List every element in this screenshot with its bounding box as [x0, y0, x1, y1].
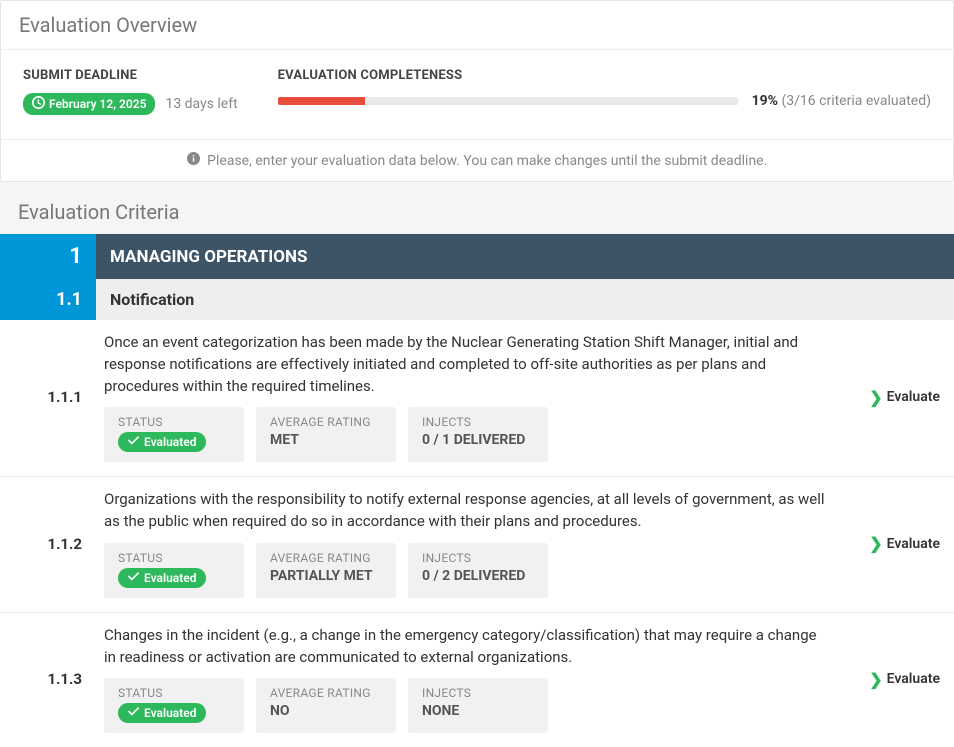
criterion-description: Organizations with the responsibility to… [104, 489, 832, 533]
injects-box: INJECTS 0 / 1 DELIVERED [408, 407, 548, 462]
evaluate-label: Evaluate [887, 671, 940, 687]
criterion-row: 1.1.2 Organizations with the responsibil… [0, 477, 954, 613]
deadline-block: SUBMIT DEADLINE February 12, 2025 13 day… [23, 68, 238, 115]
subsection-title: Notification [96, 279, 954, 320]
avg-rating-value: PARTIALLY MET [270, 568, 382, 584]
status-label: STATUS [118, 686, 230, 700]
progress-row: 19% (3/16 criteria evaluated) [278, 93, 931, 109]
status-label: STATUS [118, 415, 230, 429]
evaluated-badge: Evaluated [118, 703, 206, 723]
evaluated-badge: Evaluated [118, 568, 206, 588]
evaluate-col: ❯ Evaluate [840, 625, 940, 734]
section-number: 1 [0, 234, 96, 279]
evaluate-label: Evaluate [887, 536, 940, 552]
avg-rating-box: AVERAGE RATING NO [256, 678, 396, 733]
chevron-right-icon: ❯ [869, 388, 882, 407]
overview-title: Evaluation Overview [1, 1, 953, 50]
evaluated-text: Evaluated [144, 435, 197, 449]
progress-bar [278, 97, 738, 105]
evaluate-col: ❯ Evaluate [840, 489, 940, 598]
criterion-description: Changes in the incident (e.g., a change … [104, 625, 832, 669]
criterion-number: 1.1.3 [0, 625, 96, 734]
avg-rating-label: AVERAGE RATING [270, 415, 382, 429]
status-box: STATUS Evaluated [104, 678, 244, 733]
injects-value: NONE [422, 703, 534, 719]
check-icon [127, 570, 140, 586]
status-label: STATUS [118, 551, 230, 565]
deadline-row: February 12, 2025 13 days left [23, 93, 238, 115]
clock-icon [32, 96, 45, 112]
stat-row: STATUS Evaluated AVERAGE RATING NO INJEC… [104, 678, 832, 733]
evaluate-button[interactable]: ❯ Evaluate [869, 388, 940, 407]
chevron-right-icon: ❯ [869, 534, 882, 553]
injects-label: INJECTS [422, 415, 534, 429]
avg-rating-box: AVERAGE RATING PARTIALLY MET [256, 543, 396, 598]
injects-value: 0 / 2 DELIVERED [422, 568, 534, 584]
avg-rating-label: AVERAGE RATING [270, 551, 382, 565]
status-box: STATUS Evaluated [104, 543, 244, 598]
deadline-date: February 12, 2025 [49, 97, 146, 111]
evaluation-overview-panel: Evaluation Overview SUBMIT DEADLINE Febr… [0, 0, 954, 182]
criterion-description: Once an event categorization has been ma… [104, 332, 832, 397]
chevron-right-icon: ❯ [869, 670, 882, 689]
evaluated-badge: Evaluated [118, 432, 206, 452]
injects-box: INJECTS NONE [408, 678, 548, 733]
info-bar: Please, enter your evaluation data below… [1, 139, 953, 181]
injects-value: 0 / 1 DELIVERED [422, 432, 534, 448]
section-title: MANAGING OPERATIONS [96, 234, 954, 279]
criterion-number: 1.1.2 [0, 489, 96, 598]
info-icon [187, 153, 203, 169]
criterion-row: 1.1.3 Changes in the incident (e.g., a c… [0, 613, 954, 747]
progress-fill [278, 97, 365, 105]
section-header: 1 MANAGING OPERATIONS [0, 234, 954, 279]
subsection-header: 1.1 Notification [0, 279, 954, 320]
completeness-block: EVALUATION COMPLETENESS 19% (3/16 criter… [278, 68, 931, 115]
avg-rating-box: AVERAGE RATING MET [256, 407, 396, 462]
overview-body: SUBMIT DEADLINE February 12, 2025 13 day… [1, 50, 953, 139]
check-icon [127, 434, 140, 450]
completeness-label: EVALUATION COMPLETENESS [278, 68, 931, 83]
criterion-row: 1.1.1 Once an event categorization has b… [0, 320, 954, 477]
criteria-title: Evaluation Criteria [0, 182, 954, 234]
criterion-number: 1.1.1 [0, 332, 96, 462]
progress-detail: (3/16 criteria evaluated) [781, 93, 931, 109]
criterion-body: Organizations with the responsibility to… [104, 489, 832, 598]
deadline-label: SUBMIT DEADLINE [23, 68, 238, 83]
avg-rating-label: AVERAGE RATING [270, 686, 382, 700]
avg-rating-value: MET [270, 432, 382, 448]
status-box: STATUS Evaluated [104, 407, 244, 462]
evaluate-button[interactable]: ❯ Evaluate [869, 670, 940, 689]
evaluate-label: Evaluate [887, 389, 940, 405]
evaluated-text: Evaluated [144, 571, 197, 585]
deadline-badge: February 12, 2025 [23, 93, 155, 115]
subsection-number: 1.1 [0, 279, 96, 320]
check-icon [127, 705, 140, 721]
criterion-body: Changes in the incident (e.g., a change … [104, 625, 832, 734]
injects-label: INJECTS [422, 686, 534, 700]
evaluation-criteria-panel: Evaluation Criteria 1 MANAGING OPERATION… [0, 182, 954, 747]
progress-text: 19% (3/16 criteria evaluated) [752, 93, 931, 109]
evaluate-button[interactable]: ❯ Evaluate [869, 534, 940, 553]
info-text: Please, enter your evaluation data below… [207, 153, 767, 169]
criteria-list: 1.1.1 Once an event categorization has b… [0, 320, 954, 747]
injects-box: INJECTS 0 / 2 DELIVERED [408, 543, 548, 598]
progress-percent: 19% [752, 93, 778, 109]
days-left: 13 days left [165, 96, 237, 112]
injects-label: INJECTS [422, 551, 534, 565]
stat-row: STATUS Evaluated AVERAGE RATING PARTIALL… [104, 543, 832, 598]
avg-rating-value: NO [270, 703, 382, 719]
evaluate-col: ❯ Evaluate [840, 332, 940, 462]
stat-row: STATUS Evaluated AVERAGE RATING MET INJE… [104, 407, 832, 462]
evaluated-text: Evaluated [144, 706, 197, 720]
criterion-body: Once an event categorization has been ma… [104, 332, 832, 462]
